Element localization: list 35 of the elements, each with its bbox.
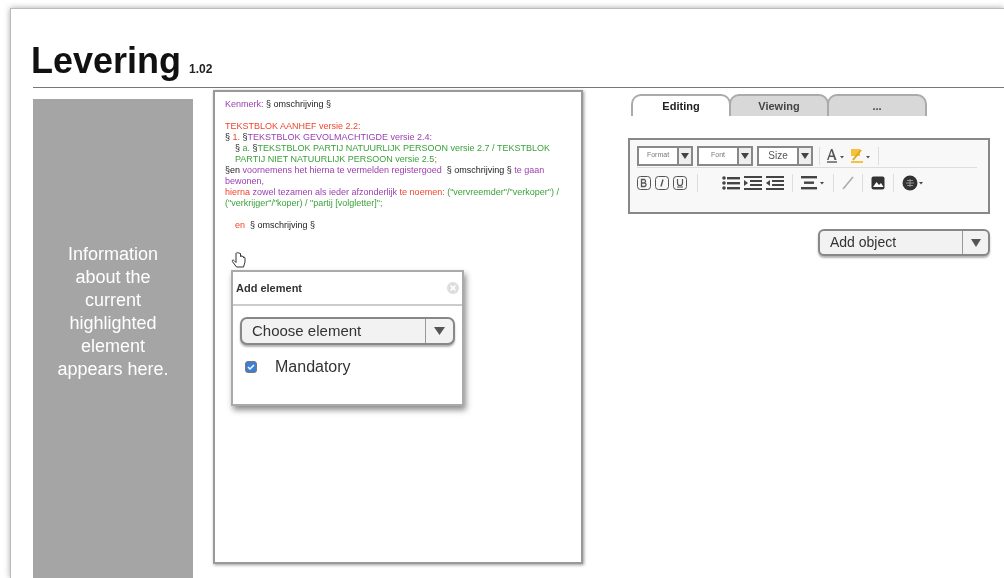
- align-icon[interactable]: [801, 176, 825, 190]
- caret-icon: [681, 152, 689, 159]
- add-object-dropdown[interactable]: Add object: [818, 229, 990, 256]
- mandatory-checkbox[interactable]: [245, 361, 257, 373]
- tab[interactable]: Editing: [631, 94, 731, 116]
- tab[interactable]: ...: [827, 94, 927, 116]
- caret-icon: [741, 152, 749, 159]
- globe-icon[interactable]: [902, 175, 924, 191]
- image-icon[interactable]: [871, 176, 885, 190]
- document-paragraph: TEKSTBLOK AANHEF versie 2.2:: [225, 120, 362, 132]
- version-label: 1.02: [189, 61, 213, 78]
- bold-icon[interactable]: [637, 176, 651, 190]
- indent-icon[interactable]: [744, 176, 762, 190]
- document-paragraph: Kenmerk: § omschrijving §: [225, 99, 333, 110]
- bullet-list-icon[interactable]: [722, 176, 740, 190]
- hand-pointer-icon: [231, 252, 247, 270]
- element-select[interactable]: Choose element: [240, 317, 455, 345]
- text-color-icon[interactable]: [826, 147, 846, 164]
- popup-title: Add element: [236, 280, 302, 296]
- underline-icon[interactable]: [673, 176, 687, 190]
- caret-icon: [801, 152, 809, 159]
- info-text: Information about the current highlighted element appears here.: [57, 243, 169, 381]
- document-paragraph: hierna zowel tezamen als ieder afzonderlijk te noemen: ("vervreemder"/"verkoper") / ("verkrijger"/"koper) / "partij [volgletter]";: [225, 187, 560, 209]
- tab[interactable]: Viewing: [729, 94, 829, 116]
- caret-icon: [434, 327, 445, 335]
- italic-icon[interactable]: [655, 176, 669, 190]
- caret-icon: [970, 238, 981, 247]
- page-title: Levering: [31, 43, 182, 79]
- document-paragraph: § 1. §TEKSTBLOK GEVOLMACHTIGDE versie 2.4:: [225, 132, 434, 143]
- toolbar-dropdown[interactable]: Size: [757, 145, 813, 166]
- document-paragraph: en § omschrijving §: [234, 219, 317, 231]
- outdent-icon[interactable]: [766, 176, 784, 190]
- highlight-color-icon[interactable]: [850, 147, 872, 164]
- document-paragraph: § a. §TEKSTBLOK PARTIJ NATUURLIJK PERSOON versie 2.7 / TEKSTBLOK PARTIJ NIET NATUURLIJK PERSOON versie 2.5;: [234, 143, 551, 165]
- mandatory-label: Mandatory: [275, 357, 351, 377]
